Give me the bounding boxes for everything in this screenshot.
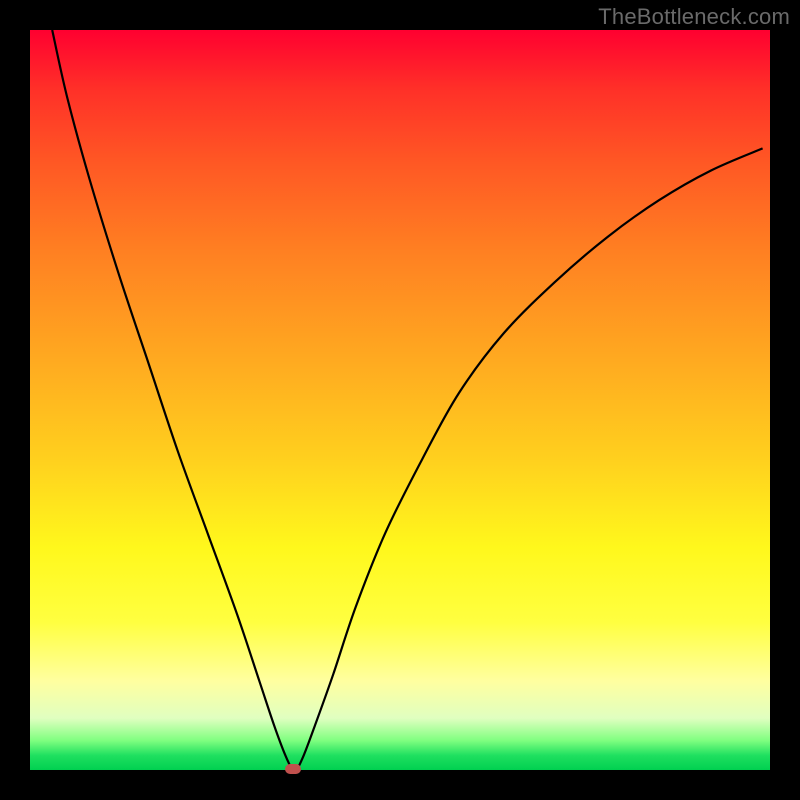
minimum-marker <box>285 764 301 774</box>
watermark-text: TheBottleneck.com <box>598 4 790 30</box>
plot-area <box>30 30 770 770</box>
chart-container: TheBottleneck.com <box>0 0 800 800</box>
bottleneck-curve <box>30 30 770 770</box>
